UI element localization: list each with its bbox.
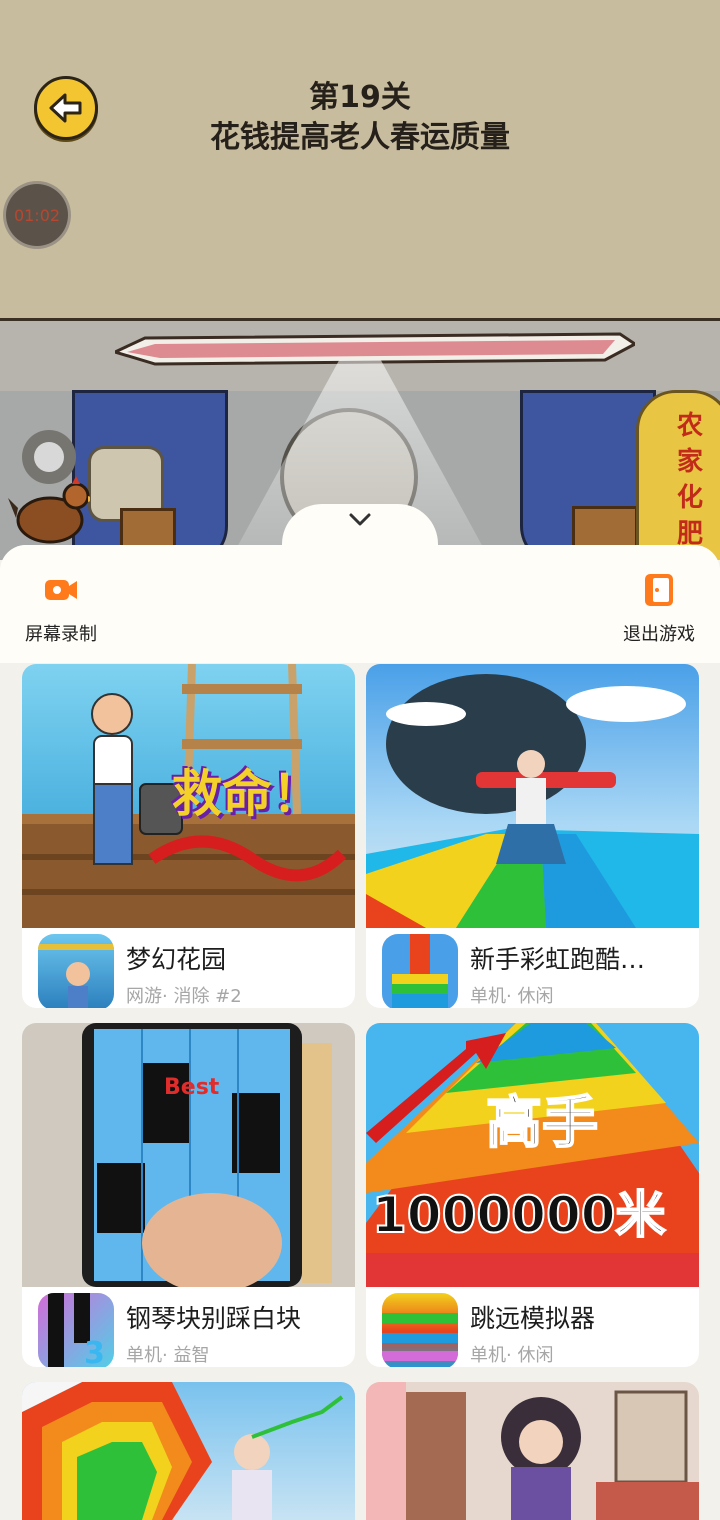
- chevron-down-icon: [349, 513, 371, 526]
- app-name: 跳远模拟器: [470, 1304, 596, 1333]
- app-name: 新手彩虹跑酷…: [470, 945, 646, 974]
- game-card[interactable]: [366, 1382, 699, 1520]
- sack-label: 农家化肥: [676, 411, 703, 549]
- game-info: 新手彩虹跑酷… 单机· 休闲: [366, 928, 699, 1008]
- level-number: 第19关: [309, 80, 411, 115]
- app-icon: [382, 1293, 458, 1367]
- app-tags: 单机· 休闲: [470, 986, 554, 1007]
- app-icon: [38, 934, 114, 1008]
- game-info: 梦幻花园 网游· 消除 #2: [22, 928, 355, 1008]
- game-viewport[interactable]: 第19关 花钱提高老人春运质量 01:02 农家化肥: [0, 0, 720, 560]
- rainbow-tunnel-illustration: [22, 1382, 344, 1520]
- thumbnail-caption-1: 高手: [485, 1090, 599, 1157]
- game-info: 跳远模拟器 单机· 休闲: [366, 1287, 699, 1367]
- exit-game-button[interactable]: 退出游戏: [604, 570, 714, 646]
- game-thumbnail[interactable]: 高手 1000000米: [366, 1023, 699, 1287]
- piano-app-icon: 3: [48, 1293, 105, 1367]
- screen-record-label: 屏幕录制: [25, 624, 97, 645]
- game-card[interactable]: [22, 1382, 355, 1520]
- exit-door-icon: [645, 574, 673, 606]
- level-title: 花钱提高老人春运质量: [210, 120, 510, 155]
- app-name: 钢琴块别踩白块: [126, 1304, 302, 1333]
- level-heading: 第19关 花钱提高老人春运质量: [0, 78, 720, 158]
- game-thumbnail[interactable]: [366, 664, 699, 928]
- rainbow-runner-illustration: [366, 674, 699, 928]
- thumbnail-caption-2: 1000000米: [371, 1185, 667, 1245]
- floating-ball-dot: [34, 442, 64, 472]
- anime-room-illustration: [366, 1382, 699, 1520]
- game-thumbnail[interactable]: [366, 1382, 699, 1520]
- game-thumbnail[interactable]: Best: [22, 1023, 355, 1287]
- svg-text:3: 3: [84, 1336, 105, 1367]
- piano-tiles-illustration: [82, 1023, 332, 1287]
- game-card[interactable]: Best 3 钢琴块别踩白块 单机· 益智: [22, 1023, 355, 1367]
- screen-record-button[interactable]: 屏幕录制: [6, 570, 116, 646]
- exit-game-label: 退出游戏: [623, 624, 695, 645]
- game-thumbnail[interactable]: [22, 1382, 355, 1520]
- app-tags: 单机· 益智: [126, 1345, 210, 1366]
- video-record-icon: [45, 580, 77, 600]
- game-card[interactable]: 救命！ 梦幻花园 网游· 消除 #2: [22, 664, 355, 1008]
- app-icon: 3: [38, 1293, 114, 1367]
- game-card[interactable]: 新手彩虹跑酷… 单机· 休闲: [366, 664, 699, 1008]
- garden-app-icon: [38, 944, 114, 1008]
- app-icon: [382, 934, 458, 1008]
- game-info: 3 钢琴块别踩白块 单机· 益智: [22, 1287, 355, 1367]
- app-name: 梦幻花园: [126, 945, 227, 974]
- rainbow-app-icon: [382, 934, 458, 1008]
- app-tags: 单机· 休闲: [470, 1345, 554, 1366]
- thumbnail-caption: Best: [164, 1075, 220, 1100]
- game-header: [0, 0, 720, 321]
- game-thumbnail[interactable]: 救命！: [22, 664, 355, 928]
- timer-badge: 01:02: [6, 184, 68, 246]
- game-card[interactable]: 高手 1000000米 跳远模拟器 单机· 休闲: [366, 1023, 699, 1367]
- long-jump-app-icon: [382, 1313, 458, 1361]
- thumbnail-caption: 救命！: [172, 765, 322, 823]
- app-tags: 网游· 消除 #2: [126, 986, 242, 1007]
